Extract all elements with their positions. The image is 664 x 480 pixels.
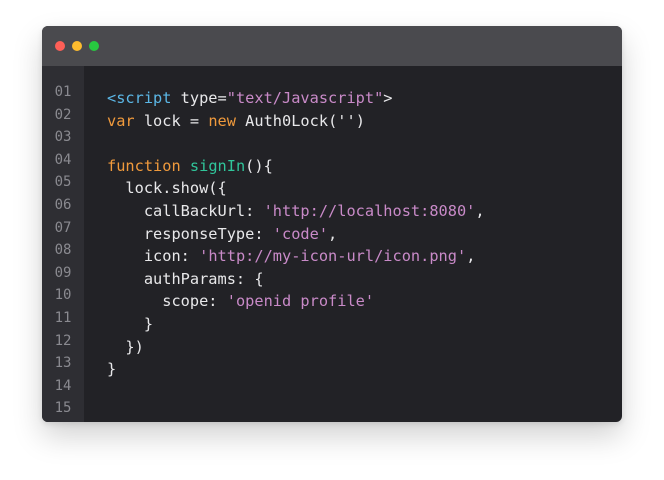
line-number: 10 <box>54 287 72 304</box>
code-window: 01 02 03 04 05 06 07 08 09 10 11 12 13 14 15 <script t… <box>42 26 622 422</box>
line-number: 15 <box>54 400 72 417</box>
code-token: > <box>383 89 393 107</box>
code-token: type= <box>171 89 227 107</box>
code-line: responseType: 'code', <box>107 223 485 246</box>
line-number: 08 <box>54 242 72 259</box>
code-line: <script type="text/Javascript"> <box>107 87 485 110</box>
code-token: } <box>107 314 154 333</box>
code-token: 'http://localhost:8080' <box>263 201 476 220</box>
line-number: 09 <box>54 264 72 281</box>
code-token: signIn <box>189 156 246 175</box>
line-number: 02 <box>54 106 72 123</box>
code-line: function signIn(){ <box>107 155 485 178</box>
code-token: <script <box>107 89 172 107</box>
line-number: 07 <box>54 219 72 236</box>
line-number: 11 <box>54 309 72 326</box>
code-token: icon: <box>107 247 200 266</box>
code-token: scope: <box>107 292 227 311</box>
code-token: callBackUrl: <box>107 201 264 220</box>
code-line: var lock = new Auth0Lock('') <box>107 110 485 133</box>
code-line: } <box>107 358 485 381</box>
code-token: }) <box>107 337 144 356</box>
code-token: responseType: <box>107 224 273 243</box>
code-editor[interactable]: <script type="text/Javascript"> var lock … <box>107 87 485 422</box>
code-token: 'code' <box>272 224 329 243</box>
code-token: , <box>328 224 338 243</box>
line-number: 06 <box>54 196 72 213</box>
code-line: authParams: { <box>107 268 485 291</box>
code-token: var <box>107 111 135 130</box>
code-line: callBackUrl: 'http://localhost:8080', <box>107 200 485 223</box>
line-number: 05 <box>54 174 72 191</box>
minimize-window-button[interactable] <box>72 41 82 51</box>
line-number: 04 <box>54 151 72 168</box>
code-line: icon: 'http://my-icon-url/icon.png', <box>107 245 485 268</box>
code-token: , <box>466 247 476 266</box>
code-token: function <box>107 156 181 175</box>
line-numbers: 01 02 03 04 05 06 07 08 09 10 11 12 13 14 15 <box>42 81 84 420</box>
code-line: } <box>107 313 485 336</box>
line-number: 03 <box>54 129 72 146</box>
code-token: authParams: { <box>107 269 264 288</box>
code-token: Auth0Lock('') <box>235 111 365 130</box>
code-token: , <box>475 201 485 220</box>
code-token: "text/Javascript" <box>226 89 384 107</box>
code-token: lock.show({ <box>107 179 227 198</box>
close-window-button[interactable] <box>55 41 65 51</box>
window-titlebar <box>42 26 622 66</box>
code-token: new <box>208 111 236 130</box>
code-line: scope: 'openid profile' <box>107 290 485 313</box>
maximize-window-button[interactable] <box>89 41 99 51</box>
code-token: } <box>107 360 117 379</box>
code-line: lock.show({ <box>107 177 485 200</box>
code-token: (){ <box>245 156 273 175</box>
line-number: 13 <box>54 355 72 372</box>
line-number: 01 <box>54 84 72 100</box>
line-number: 12 <box>54 332 72 349</box>
line-number: 14 <box>54 377 72 394</box>
code-token: 'openid profile' <box>226 292 375 311</box>
code-line: }) <box>107 336 485 359</box>
code-token: 'http://my-icon-url/icon.png' <box>199 247 467 266</box>
code-token: lock = <box>134 111 209 130</box>
